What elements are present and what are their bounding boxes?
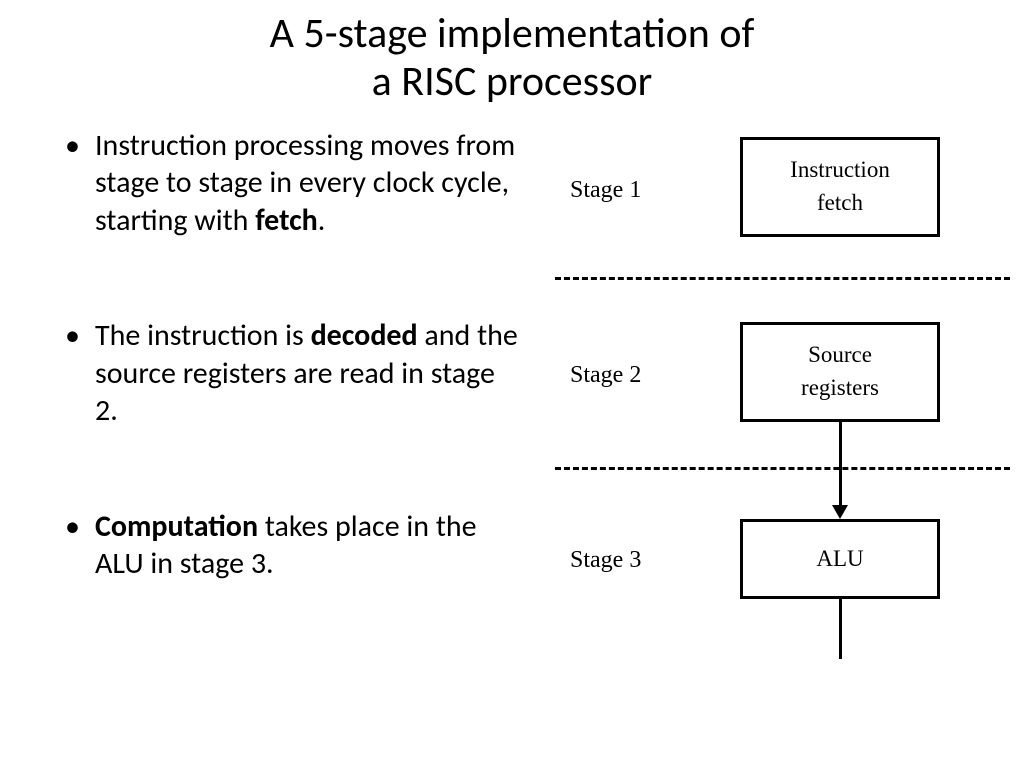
box-alu: ALU — [740, 519, 940, 599]
bullet-1-text-post: . — [318, 202, 326, 239]
bullet-3-bold: Computation — [95, 508, 258, 545]
pipeline-diagram: Stage 1 Instruction fetch Stage 2 Source… — [540, 127, 1010, 747]
slide-title: A 5-stage implementation of a RISC proce… — [0, 0, 1024, 107]
title-line-1: A 5-stage implementation of — [270, 8, 755, 59]
box2-line2: registers — [751, 372, 929, 404]
arrow-2-line — [839, 599, 842, 659]
box1-line2: fetch — [751, 187, 929, 219]
stage-1-label: Stage 1 — [570, 177, 641, 204]
arrow-1-head-icon — [832, 505, 848, 519]
arrow-1-line — [839, 422, 842, 507]
divider-2 — [555, 467, 1010, 470]
bullet-2: The instruction is decoded and the sourc… — [95, 317, 520, 430]
bullet-3: Computation takes place in the ALU in st… — [95, 508, 520, 583]
bullet-2-bold: decoded — [311, 317, 418, 354]
title-line-2: a RISC processor — [372, 56, 653, 107]
bullet-2-text-pre: The instruction is — [95, 317, 311, 354]
box1-line1: Instruction — [751, 154, 929, 186]
bullet-1: Instruction processing moves from stage … — [95, 127, 520, 240]
stage-3-label: Stage 3 — [570, 547, 641, 574]
box2-line1: Source — [751, 339, 929, 371]
divider-1 — [555, 277, 1010, 280]
bullet-1-bold: fetch — [255, 202, 318, 239]
bullet-list: Instruction processing moves from stage … — [0, 127, 540, 661]
stage-2-label: Stage 2 — [570, 362, 641, 389]
slide-content: Instruction processing moves from stage … — [0, 127, 1024, 747]
box3-text: ALU — [751, 543, 929, 575]
box-source-registers: Source registers — [740, 322, 940, 422]
box-instruction-fetch: Instruction fetch — [740, 137, 940, 237]
